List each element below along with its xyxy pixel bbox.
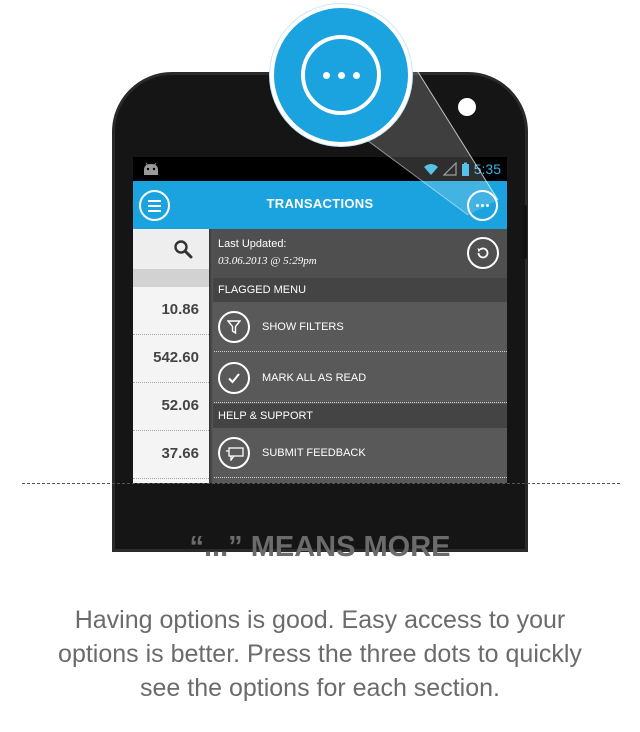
menu-item-submit-feedback[interactable]: SUBMIT FEEDBACK [209,428,507,478]
menu-shadow [209,229,213,483]
android-icon [144,162,158,175]
page-title: TRANSACTIONS [266,196,374,211]
list-item[interactable]: 37.66 [133,431,209,479]
section-header-help: HELP & SUPPORT [209,404,507,428]
wifi-icon [423,164,438,175]
menu-item-label: MARK ALL AS READ [262,372,367,384]
amount: 542.60 [153,349,199,366]
filter-icon [218,311,250,343]
signal-icon [442,162,457,176]
caption-heading: “...” MEANS MORE [189,531,451,563]
last-updated-panel: Last Updated: 03.06.2013 @ 5:29pm [209,229,507,278]
menu-item-mark-all-read[interactable]: MARK ALL AS READ [209,353,507,403]
more-dots-icon [301,35,381,115]
search-icon[interactable] [173,239,193,259]
menu-item-label: SUBMIT FEEDBACK [262,447,366,459]
phone-side-button [522,205,527,259]
refresh-icon[interactable] [467,237,499,269]
last-updated-label: Last Updated: [218,238,287,250]
status-time: 5:35 [473,161,501,177]
caption-body: Having options is good. Easy access to y… [58,606,582,702]
dashed-divider [22,483,620,484]
menu-item-show-filters[interactable]: SHOW FILTERS [209,302,507,352]
last-updated-value: 03.06.2013 @ 5:29pm [218,255,317,267]
options-menu: Last Updated: 03.06.2013 @ 5:29pm FLAGGE… [209,229,507,483]
section-header-flagged: FLAGGED MENU [209,278,507,302]
list-item[interactable]: 542.60 [133,335,209,383]
amount: 37.66 [161,445,199,462]
app-bar: TRANSACTIONS [133,181,507,229]
transaction-list: 10.86 542.60 52.06 37.66 [133,229,209,483]
amount: 10.86 [161,301,199,318]
phone-screen: 5:35 TRANSACTIONS 10.86 542.60 52.06 37.… [133,157,507,483]
more-dots-icon[interactable] [467,190,498,221]
feedback-icon [218,437,250,469]
section-title: HELP & SUPPORT [218,410,313,422]
battery-icon [461,162,469,176]
status-icons: 5:35 [423,160,501,178]
list-search-bar[interactable] [133,229,209,269]
list-item[interactable]: 10.86 [133,287,209,335]
magnified-more-icon [270,4,412,146]
menu-item-label: SHOW FILTERS [262,321,344,333]
list-header-strip [133,269,209,287]
amount: 52.06 [161,397,199,414]
phone-camera [458,98,476,116]
section-title: FLAGGED MENU [218,284,307,296]
checkmark-icon [218,362,250,394]
list-item[interactable]: 52.06 [133,383,209,431]
status-bar: 5:35 [133,157,507,181]
